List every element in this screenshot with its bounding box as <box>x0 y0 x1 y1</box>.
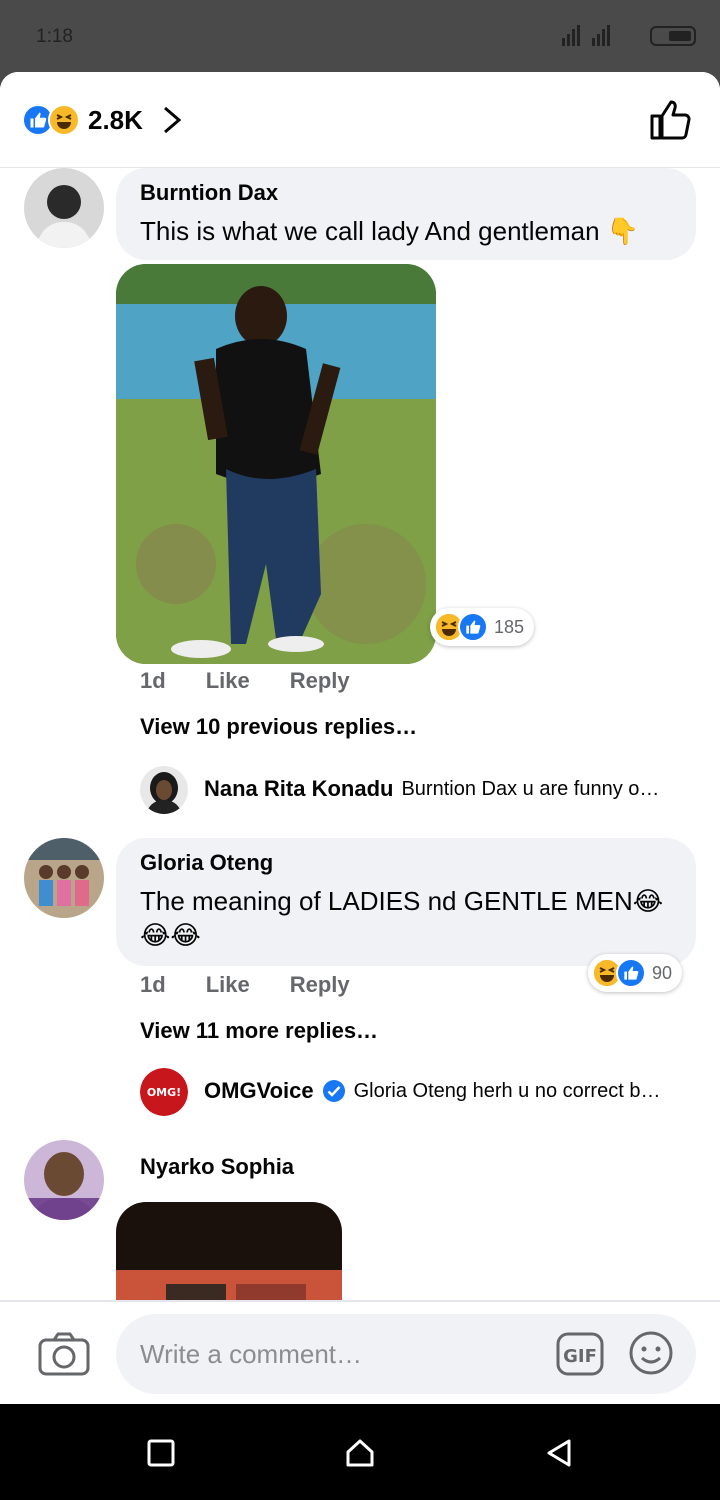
reply-avatar[interactable]: OMG! <box>140 1068 188 1116</box>
gif-icon[interactable]: GIF <box>556 1332 604 1376</box>
comment-meta: 1d Like Reply <box>140 972 350 998</box>
comment-input[interactable] <box>116 1314 696 1394</box>
like-link[interactable]: Like <box>206 972 250 998</box>
avatar[interactable] <box>24 1140 104 1220</box>
avatar[interactable] <box>24 168 104 248</box>
comment-time: 1d <box>140 972 166 997</box>
latest-reply[interactable]: OMGVoice Gloria Oteng herh u no correct … <box>204 1078 684 1104</box>
reply-author[interactable]: OMGVoice <box>204 1078 314 1104</box>
comment-time: 1d <box>140 668 166 693</box>
like-link[interactable]: Like <box>206 668 250 694</box>
svg-text:OMG!: OMG! <box>147 1086 181 1099</box>
comment-author[interactable]: Burntion Dax <box>140 180 672 206</box>
svg-text:GIF: GIF <box>563 1346 597 1367</box>
like-post-icon[interactable] <box>648 98 692 142</box>
android-nav-bar <box>0 1404 720 1500</box>
reply-author[interactable]: Nana Rita Konadu <box>204 776 393 802</box>
comment-photo[interactable] <box>116 264 436 664</box>
reply-text: Burntion Dax u are funny o… <box>401 777 660 800</box>
haha-reaction-icon <box>48 104 80 136</box>
signal-icon <box>562 25 610 46</box>
reaction-count: 2.8K <box>88 104 143 135</box>
reply-link[interactable]: Reply <box>290 972 350 998</box>
latest-reply[interactable]: Nana Rita Konadu Burntion Dax u are funn… <box>204 776 684 802</box>
avatar[interactable] <box>24 838 104 918</box>
comment-text: This is what we call lady And gentleman … <box>140 216 640 246</box>
comment-author[interactable]: Gloria Oteng <box>140 850 672 876</box>
comment-photo[interactable] <box>116 1202 342 1300</box>
like-reaction-icon <box>458 612 488 642</box>
comments-list: Burntion Dax This is what we call lady A… <box>0 168 720 1300</box>
view-previous-replies[interactable]: View 10 previous replies… <box>140 714 417 740</box>
comment-author[interactable]: Nyarko Sophia <box>140 1154 294 1180</box>
reactions-header: 2.8K <box>0 72 720 168</box>
recent-apps-icon[interactable] <box>146 1438 176 1468</box>
battery-icon <box>650 26 696 46</box>
like-reaction-icon <box>616 958 646 988</box>
back-icon[interactable] <box>544 1438 574 1468</box>
comment-bubble[interactable]: Gloria Oteng The meaning of LADIES nd GE… <box>116 838 696 966</box>
comments-sheet: 2.8K Burntion Dax This is what we call l… <box>0 72 720 1404</box>
reaction-number: 185 <box>494 616 525 637</box>
comment-reactions[interactable]: 185 <box>430 608 535 646</box>
reaction-number: 90 <box>652 962 673 983</box>
view-more-replies[interactable]: View 11 more replies… <box>140 1018 378 1044</box>
chevron-right-icon <box>163 106 182 134</box>
reply-link[interactable]: Reply <box>290 668 350 694</box>
comment-meta: 1d Like Reply <box>140 668 350 694</box>
reactions-summary[interactable]: 2.8K <box>22 102 183 138</box>
reply-text: Gloria Oteng herh u no correct b… <box>353 1079 661 1102</box>
status-time: 1:18 <box>36 26 73 47</box>
camera-icon[interactable] <box>38 1332 90 1376</box>
comment-composer: GIF <box>0 1300 720 1404</box>
comment-reactions[interactable]: 90 <box>588 954 683 992</box>
reply-avatar[interactable] <box>140 766 188 814</box>
emoji-icon[interactable] <box>628 1330 674 1376</box>
status-bar: 1:18 <box>0 0 720 72</box>
verified-badge-icon <box>322 1080 345 1102</box>
home-icon[interactable] <box>345 1438 375 1468</box>
comment-bubble[interactable]: Burntion Dax This is what we call lady A… <box>116 168 696 260</box>
comment-text: The meaning of LADIES nd GENTLE MEN😂😂😂 <box>140 886 664 950</box>
